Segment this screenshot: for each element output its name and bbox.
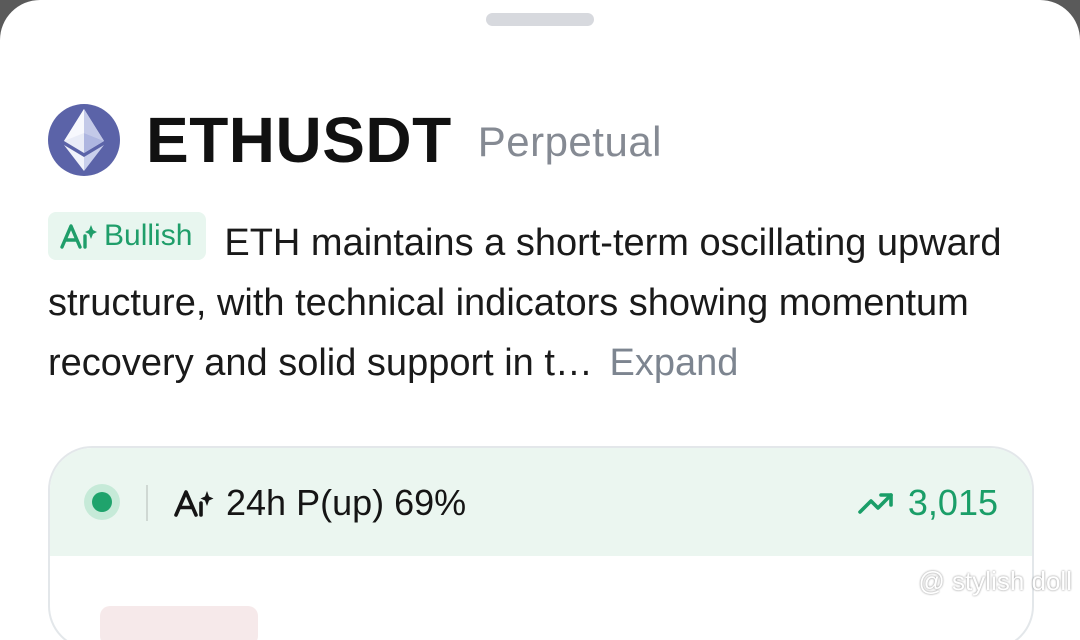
ai-sparkle-icon: [174, 490, 214, 517]
sentiment-label: Bullish: [104, 219, 193, 252]
watermark: @ stylish doll: [888, 566, 1072, 597]
price-value: 3,015: [907, 482, 998, 523]
expand-link[interactable]: Expand: [610, 342, 739, 384]
prediction-card-header: 24h P(up) 69% 3,015: [50, 448, 1032, 556]
market-header: ETHUSDT Perpetual: [48, 103, 662, 177]
probability-label: 24h P(up) 69%: [226, 482, 467, 523]
trending-up-icon: [858, 493, 893, 514]
divider: [146, 485, 148, 521]
sentiment-badge: Bullish: [48, 212, 207, 260]
ethereum-logo-icon: [48, 104, 120, 176]
drag-handle[interactable]: [486, 13, 594, 26]
contract-type: Perpetual: [477, 118, 663, 165]
live-dot-icon: [84, 484, 120, 520]
watermark-text: @ stylish doll: [918, 566, 1072, 596]
bottom-sheet: ETHUSDT Perpetual Bullish ETH maintains …: [0, 0, 1080, 640]
prediction-card[interactable]: 24h P(up) 69% 3,015: [48, 446, 1034, 640]
card-tag: [100, 606, 258, 640]
up-probability: 24h P(up) 69%: [174, 480, 466, 526]
ai-sparkle-icon: [60, 224, 97, 249]
ai-summary: Bullish ETH maintains a short-term oscil…: [48, 212, 1038, 393]
market-symbol: ETHUSDT: [146, 104, 452, 176]
diamond-logo-icon: [888, 568, 914, 595]
predicted-price: 3,015: [858, 480, 998, 526]
